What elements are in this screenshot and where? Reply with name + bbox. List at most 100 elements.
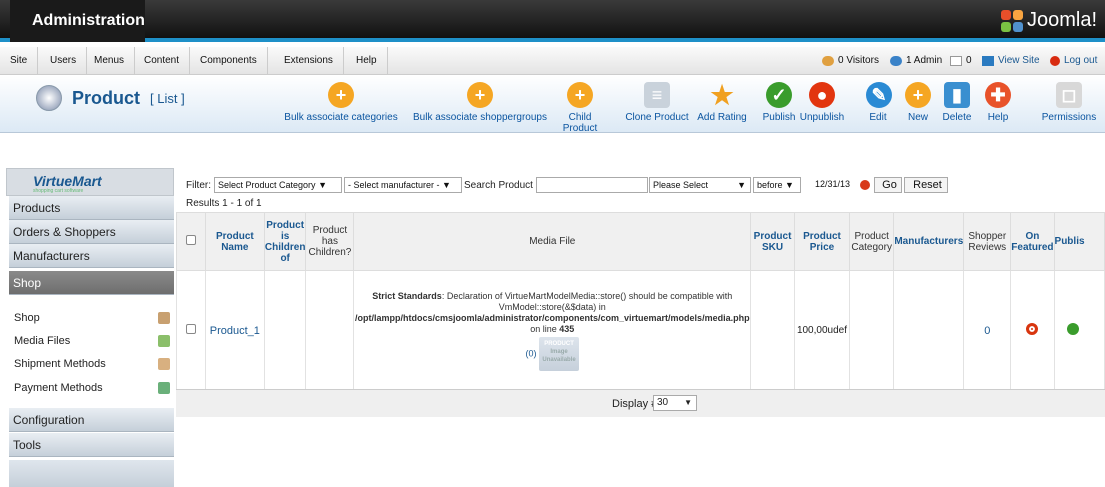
search-input[interactable] xyxy=(536,177,648,193)
col-product-price[interactable]: Product Price xyxy=(793,212,851,271)
plus-icon: + xyxy=(467,82,493,108)
featured-cell xyxy=(1010,270,1055,391)
display-count-select[interactable]: 30 ▼ xyxy=(653,395,697,411)
results-count: Results 1 - 1 of 1 xyxy=(186,198,262,209)
store-icon xyxy=(158,312,170,324)
toolbar-button-label: Edit xyxy=(869,112,887,123)
toolbar-button-label: Help xyxy=(987,112,1009,123)
unfeatured-toggle-icon[interactable] xyxy=(1026,323,1039,335)
col-product-is-children-of[interactable]: Product is Children of xyxy=(263,212,307,271)
col-manufacturers[interactable]: Manufacturers xyxy=(893,212,965,271)
menu-site[interactable]: Site xyxy=(0,47,39,75)
toolbar-button-add-rating[interactable]: ★ Add Rating xyxy=(697,82,747,123)
toolbar: Product [ List ] + Bulk associate categor… xyxy=(0,75,1105,134)
select-all-checkbox-cell xyxy=(176,212,206,271)
admin-status: 1 Admin xyxy=(890,47,942,75)
toolbar-button-unpublish[interactable]: ● Unpublish xyxy=(797,82,847,123)
product-name-link[interactable]: Product_1 xyxy=(210,325,260,337)
date-filter-select[interactable]: Please Select ▼ xyxy=(649,177,751,193)
menu-extensions[interactable]: Extensions xyxy=(274,47,344,75)
messages-status[interactable]: 0 xyxy=(950,47,972,75)
toolbar-button-label: New xyxy=(907,112,928,123)
col-product-sku[interactable]: Product SKU xyxy=(750,212,795,271)
toolbar-button-bulk-associate-categories[interactable]: + Bulk associate categories xyxy=(276,82,406,123)
toolbar-button-help[interactable]: ✚ Help xyxy=(983,82,1013,123)
lock-icon: ◻ xyxy=(1056,82,1082,108)
main-menu: Site Users Menus Content Components Exte… xyxy=(0,47,1105,75)
col-media-file: Media File xyxy=(353,212,752,271)
row-checkbox[interactable] xyxy=(185,324,196,334)
reset-button[interactable]: Reset xyxy=(904,177,948,193)
sidebar-item-configuration[interactable]: Configuration xyxy=(9,408,174,432)
sidebar-item-orders-shoppers[interactable]: Orders & Shoppers xyxy=(9,220,174,244)
sidebar-link-shop[interactable]: Shop xyxy=(14,307,174,329)
image-unavailable-placeholder[interactable]: PRODUCT Image Unavailable xyxy=(539,336,580,371)
toolbar-button-edit[interactable]: ✎ Edit xyxy=(866,82,892,123)
col-product-name[interactable]: Product Name xyxy=(204,212,265,271)
plus-icon: + xyxy=(905,82,931,108)
col-published[interactable]: Publis xyxy=(1053,212,1105,271)
plus-icon: + xyxy=(328,82,354,108)
col-product-category: Product Category xyxy=(848,212,895,271)
virtuemart-logo: VirtueMart shopping cart software xyxy=(6,168,174,196)
toolbar-button-label: Unpublish xyxy=(799,112,845,123)
toolbar-button-clone-product[interactable]: ≡ Clone Product xyxy=(623,82,691,123)
plus-icon: + xyxy=(567,82,593,108)
product-price-cell: 100,00udef xyxy=(793,270,851,391)
circle-icon: ● xyxy=(809,82,835,108)
visitors-status: 0 Visitors xyxy=(822,47,879,75)
toolbar-button-new[interactable]: + New xyxy=(905,82,931,123)
manufacturer-select[interactable]: - Select manufacturer - ▼ xyxy=(344,177,462,193)
toolbar-button-bulk-associate-shoppergroups[interactable]: + Bulk associate shoppergroups xyxy=(409,82,551,123)
logout-link[interactable]: Log out xyxy=(1050,47,1097,75)
toolbar-button-publish[interactable]: ✓ Publish xyxy=(761,82,797,123)
view-site-link[interactable]: View Site xyxy=(982,47,1040,75)
sidebar-link-payment-methods[interactable]: Payment Methods xyxy=(14,377,174,399)
col-on-featured[interactable]: On Featured xyxy=(1010,212,1055,271)
pencil-icon: ✎ xyxy=(866,82,892,108)
sidebar-item-shop[interactable]: Shop xyxy=(9,271,174,295)
menu-components[interactable]: Components xyxy=(190,47,268,75)
go-button[interactable]: Go xyxy=(874,177,902,193)
page-title: Product [ List ] xyxy=(36,85,185,111)
table-row: Product_1 Strict Standards: Declaration … xyxy=(176,270,1105,391)
trash-icon: ▮ xyxy=(944,82,970,108)
shopper-reviews-link[interactable]: 0 xyxy=(984,325,990,337)
star-icon: ★ xyxy=(710,80,734,110)
toolbar-button-label: Bulk associate shoppergroups xyxy=(413,112,547,123)
media-file-cell: Strict Standards: Declaration of VirtueM… xyxy=(353,270,752,391)
sidebar-bottom xyxy=(9,460,174,487)
toolbar-button-label: Add Rating xyxy=(697,112,747,123)
toolbar-button-permissions[interactable]: ◻ Permissions xyxy=(1039,82,1099,123)
sidebar-link-shipment-methods[interactable]: Shipment Methods xyxy=(14,353,174,375)
menu-content[interactable]: Content xyxy=(134,47,191,75)
media-icon xyxy=(158,335,170,347)
sidebar-item-manufacturers[interactable]: Manufacturers xyxy=(9,244,174,268)
mail-icon xyxy=(950,56,962,66)
menu-menus[interactable]: Menus xyxy=(84,47,136,75)
menu-help[interactable]: Help xyxy=(346,47,388,75)
media-count-link[interactable]: (0) xyxy=(526,348,537,358)
sidebar-item-products[interactable]: Products xyxy=(9,196,174,220)
joomla-logo: Joomla! xyxy=(1000,9,1097,32)
user-icon xyxy=(822,56,834,66)
menu-users[interactable]: Users xyxy=(40,47,88,75)
sidebar-link-media-files[interactable]: Media Files xyxy=(14,330,174,352)
toolbar-button-label: Permissions xyxy=(1041,112,1097,123)
toolbar-button-delete[interactable]: ▮ Delete xyxy=(941,82,973,123)
table-footer: Display # 30 ▼ xyxy=(176,389,1105,417)
col-product-has-children: Product has Children? xyxy=(305,212,355,271)
category-select[interactable]: Select Product Category ▼ xyxy=(214,177,342,193)
product-icon xyxy=(36,85,62,111)
row-checkbox-cell xyxy=(176,270,206,391)
date-input[interactable]: 12/31/13 xyxy=(804,177,858,193)
published-toggle-icon[interactable] xyxy=(1066,323,1079,335)
clear-date-icon[interactable] xyxy=(860,180,870,190)
monitor-icon xyxy=(982,56,994,66)
before-select[interactable]: before ▼ xyxy=(753,177,801,193)
user-icon xyxy=(890,56,902,66)
sidebar-item-tools[interactable]: Tools xyxy=(9,433,174,457)
toolbar-button-child-product[interactable]: + Child Product xyxy=(551,82,609,134)
payment-icon xyxy=(158,382,170,394)
select-all-checkbox[interactable] xyxy=(185,235,196,245)
